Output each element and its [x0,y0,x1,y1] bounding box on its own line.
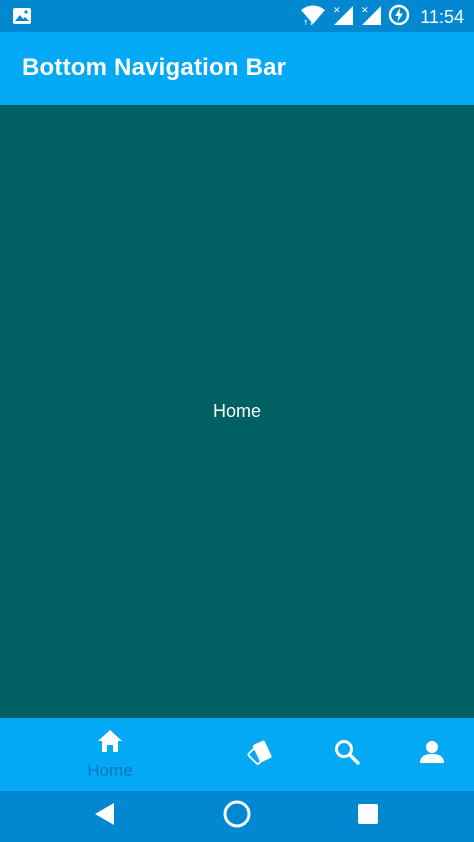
system-home-button[interactable] [207,791,267,842]
nav-item-profile[interactable] [392,718,472,791]
battery-charging-icon [388,4,410,31]
nav-item-home[interactable]: Home [60,718,160,791]
person-icon [419,739,445,770]
status-left-icons [12,6,32,31]
status-bar: ↑↓ ✕ ✕ 11:54 [0,0,474,32]
signal-icon: ✕ [360,4,382,31]
svg-text:↑↓: ↑↓ [303,19,315,26]
wifi-icon: ↑↓ [300,4,326,31]
search-icon [333,738,361,771]
status-right-icons: ↑↓ ✕ ✕ 11:54 [300,4,464,31]
back-icon [93,801,117,832]
system-back-button[interactable] [75,791,135,842]
status-time: 11:54 [420,7,464,27]
content-label: Home [212,401,261,421]
recents-icon [356,802,380,831]
svg-text:✕: ✕ [361,6,369,16]
system-navigation-bar [0,791,474,842]
signal-icon: ✕ [332,4,354,31]
nav-item-cards[interactable] [222,718,302,791]
home-icon [96,728,124,759]
cards-icon [247,738,277,771]
system-recents-button[interactable] [338,791,398,842]
bottom-navigation-bar: Home [0,718,474,791]
home-circle-icon [222,799,252,834]
nav-item-search[interactable] [307,718,387,791]
app-bar: Bottom Navigation Bar [0,32,474,105]
content-area: Home [0,105,474,718]
image-notification-icon [12,8,32,30]
app-title: Bottom Navigation Bar [22,54,287,81]
svg-text:✕: ✕ [333,6,341,16]
nav-item-home-label: Home [87,761,133,780]
screen: ↑↓ ✕ ✕ 11:54 Bottom Navigation Bar Home … [0,0,474,842]
